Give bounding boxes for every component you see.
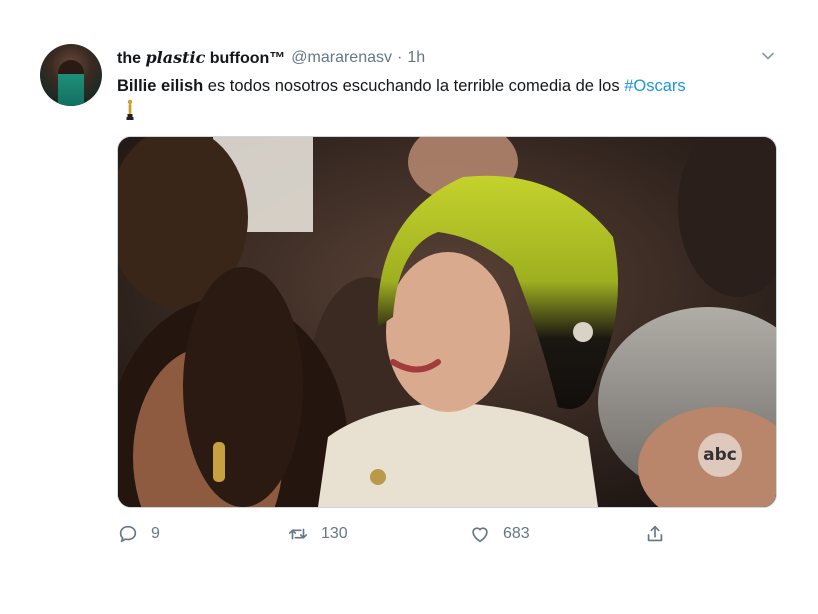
user-handle[interactable]: @mararenasv xyxy=(291,49,392,67)
tweet-text: Billie eilish es todos nosotros escuchan… xyxy=(117,75,782,97)
retweet-count: 130 xyxy=(321,525,348,542)
like-button[interactable]: 683 xyxy=(469,519,530,549)
media-photo xyxy=(118,137,776,507)
reply-count: 9 xyxy=(151,525,160,542)
like-count: 683 xyxy=(503,525,530,542)
display-name-fancy: plastic xyxy=(145,48,206,67)
hashtag-link[interactable]: #Oscars xyxy=(624,77,685,95)
tweet-text-body: es todos nosotros escuchando la terrible… xyxy=(203,77,625,95)
tweet-header: the plastic buffoon™ @mararenasv · 1h xyxy=(117,46,778,70)
avatar[interactable] xyxy=(40,44,102,106)
display-name-rest: buffoon™ xyxy=(205,50,286,67)
abc-watermark: abc xyxy=(698,433,742,477)
separator-dot: · xyxy=(397,49,403,66)
reply-icon xyxy=(119,525,137,543)
chevron-down-icon[interactable] xyxy=(760,48,776,64)
display-name-part: the xyxy=(117,50,146,67)
timestamp[interactable]: 1h xyxy=(407,49,425,67)
tweet-text-bold: Billie eilish xyxy=(117,77,204,95)
oscar-trophy-icon xyxy=(126,99,134,120)
reply-button[interactable]: 9 xyxy=(117,519,160,549)
tweet-actions: 9 130 683 xyxy=(117,519,677,549)
retweet-icon xyxy=(288,528,308,540)
heart-icon xyxy=(472,527,488,543)
share-button[interactable] xyxy=(644,519,666,549)
avatar-figure xyxy=(58,60,84,106)
media-image[interactable]: abc xyxy=(117,136,777,508)
share-icon xyxy=(647,525,663,542)
retweet-button[interactable]: 130 xyxy=(287,519,348,549)
display-name[interactable]: the plastic buffoon™ xyxy=(117,48,285,68)
